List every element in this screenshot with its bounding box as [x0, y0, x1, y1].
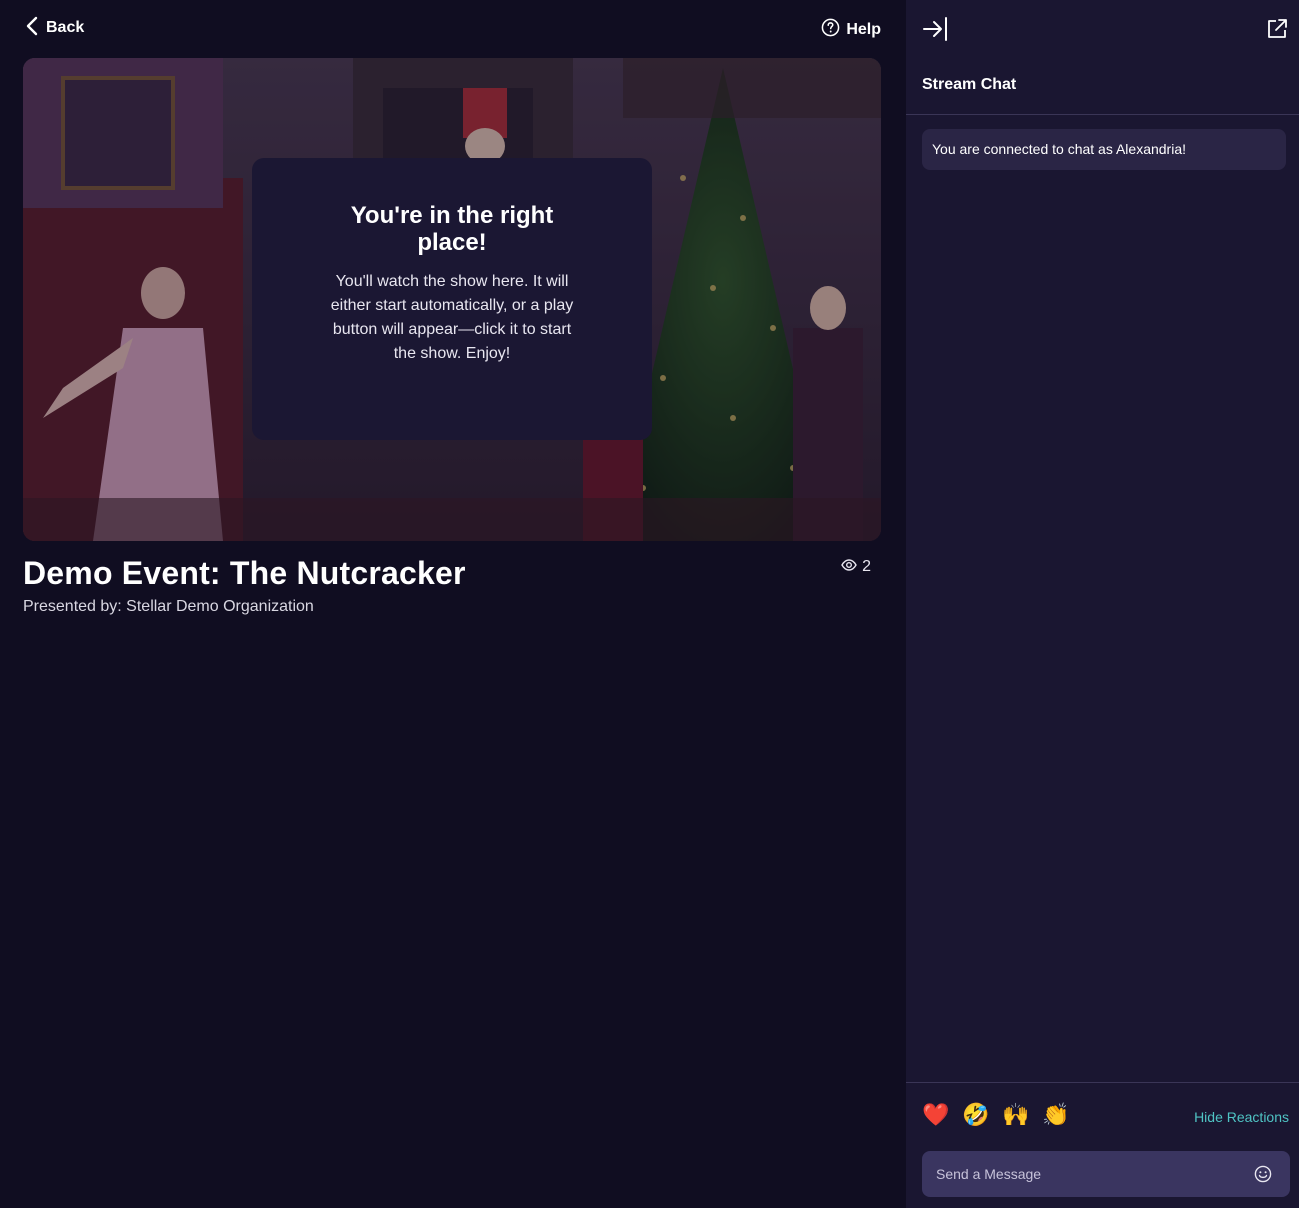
- viewer-count-value: 2: [862, 558, 871, 575]
- viewer-count: 2: [841, 558, 871, 576]
- question-circle-icon: [821, 18, 840, 42]
- chat-title: Stream Chat: [922, 76, 1017, 93]
- popout-chat-button[interactable]: [1266, 18, 1288, 45]
- chat-sidebar: Stream Chat You are connected to chat as…: [906, 0, 1299, 1208]
- arrow-right-to-line-icon: [922, 17, 948, 46]
- waiting-room-title: You're in the right place!: [350, 202, 554, 256]
- back-label: Back: [46, 19, 85, 36]
- event-presenter: Presented by: Stellar Demo Organization: [23, 598, 314, 615]
- message-composer: [922, 1151, 1290, 1197]
- waiting-room-card: You're in the right place! You'll watch …: [252, 158, 652, 440]
- reactions-divider: [906, 1082, 1299, 1083]
- collapse-chat-button[interactable]: [922, 16, 948, 47]
- clapping-hands-reaction-button[interactable]: 👏: [1042, 1101, 1069, 1129]
- event-title: Demo Event: The Nutcracker: [23, 555, 466, 591]
- message-input[interactable]: [922, 1151, 1252, 1197]
- video-player[interactable]: You're in the right place! You'll watch …: [23, 58, 881, 541]
- chat-header-divider: [906, 114, 1299, 115]
- app-root: Back Help You're in the right place! You…: [0, 0, 1299, 1208]
- main-panel: Back Help You're in the right place! You…: [0, 0, 906, 1208]
- hide-reactions-link[interactable]: Hide Reactions: [1194, 1109, 1289, 1125]
- help-button[interactable]: Help: [821, 18, 881, 42]
- rofl-reaction-button[interactable]: 🤣: [962, 1101, 989, 1129]
- back-button[interactable]: Back: [26, 16, 84, 40]
- reaction-bar: ❤️ 🤣 🙌 👏: [922, 1101, 1069, 1129]
- raised-hands-reaction-button[interactable]: 🙌: [1002, 1101, 1029, 1129]
- external-link-icon: [1266, 19, 1288, 44]
- chat-system-message: You are connected to chat as Alexandria!: [922, 129, 1286, 170]
- help-label: Help: [846, 21, 881, 38]
- chevron-left-icon: [26, 16, 38, 41]
- heart-reaction-button[interactable]: ❤️: [922, 1101, 949, 1129]
- emoji-picker-icon[interactable]: [1254, 1165, 1272, 1188]
- waiting-room-body: You'll watch the show here. It will eith…: [330, 273, 574, 362]
- eye-icon: [841, 558, 857, 576]
